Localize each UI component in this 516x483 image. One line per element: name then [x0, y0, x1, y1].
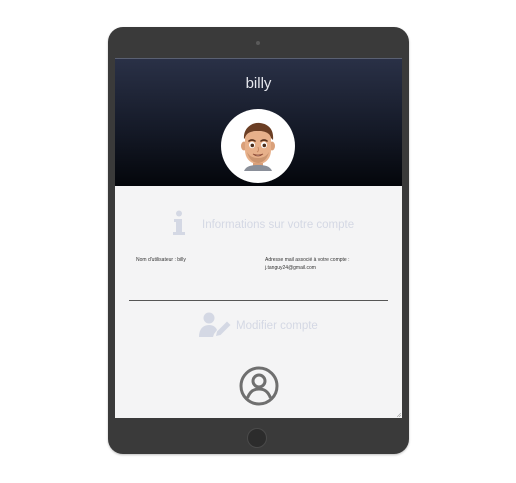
- front-camera: [256, 41, 260, 45]
- resize-grip-icon: [397, 413, 401, 417]
- profile-header: billy: [115, 58, 402, 186]
- avatar[interactable]: [221, 109, 295, 183]
- app-screen: billy Informations sur votre compte Nom …: [115, 58, 402, 418]
- modify-account-label: Modifier compte: [236, 320, 318, 332]
- user-circle-icon[interactable]: [239, 366, 279, 406]
- modify-account-button[interactable]: Modifier compte: [115, 312, 402, 342]
- profile-username: billy: [245, 75, 272, 92]
- account-info-heading: Informations sur votre compte: [115, 210, 402, 240]
- page: billy Informations sur votre compte Nom …: [0, 0, 516, 483]
- username-field: Nom d'utilisateur : billy: [136, 257, 186, 263]
- email-label: Adresse mail associé à votre compte :: [265, 257, 350, 263]
- section-divider: [129, 300, 388, 301]
- account-info-title: Informations sur votre compte: [202, 219, 355, 231]
- email-value: j.tanguy24@gmail.com: [265, 265, 316, 271]
- user-edit-icon: [199, 312, 231, 337]
- home-button[interactable]: [247, 428, 267, 448]
- header-top-line: [115, 58, 402, 59]
- tablet-frame: billy Informations sur votre compte Nom …: [108, 27, 409, 454]
- info-icon: [173, 210, 185, 235]
- memoji-avatar-icon: [241, 122, 275, 171]
